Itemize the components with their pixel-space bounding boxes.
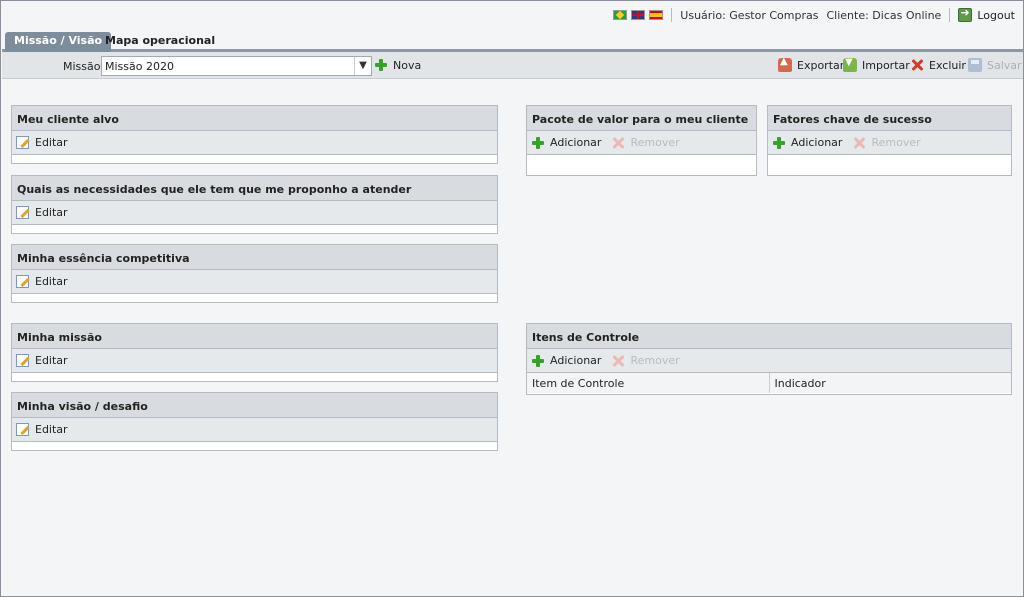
mission-label: Missão: — [63, 60, 105, 73]
new-label: Nova — [393, 58, 422, 72]
divider — [949, 8, 951, 22]
edit-button[interactable]: Editar — [16, 275, 68, 288]
delete-button[interactable]: Excluir — [910, 58, 966, 72]
add-button[interactable]: Adicionar — [772, 136, 842, 150]
panel-value-package: Pacote de valor para o meu cliente Adici… — [526, 105, 757, 176]
add-button[interactable]: Adicionar — [531, 136, 601, 150]
panel-toolbar: Editar — [12, 270, 497, 294]
uk-flag-icon[interactable] — [631, 10, 646, 20]
export-label: Exportar — [797, 58, 845, 72]
mission-select[interactable]: Missão 2020 ▼ — [101, 56, 372, 76]
remove-button[interactable]: Remover — [611, 136, 679, 150]
edit-icon — [16, 136, 29, 149]
import-button[interactable]: Importar — [843, 57, 910, 72]
panel-toolbar: Editar — [12, 418, 497, 442]
save-icon — [968, 58, 982, 72]
panel-essence: Minha essência competitiva Editar — [11, 244, 498, 303]
plus-icon — [374, 58, 388, 72]
plus-icon — [531, 136, 545, 150]
plus-icon — [772, 136, 786, 150]
edit-button[interactable]: Editar — [16, 136, 68, 149]
panel-title: Minha missão — [12, 324, 497, 349]
panel-toolbar: Editar — [12, 131, 497, 155]
edit-icon — [16, 206, 29, 219]
panel-toolbar: Adicionar Remover — [527, 349, 1011, 373]
spain-flag-icon[interactable] — [649, 10, 664, 20]
panel-mission: Minha missão Editar — [11, 323, 498, 382]
tab-mapa-operacional[interactable]: Mapa operacional — [96, 32, 224, 52]
remove-label: Remover — [630, 136, 680, 149]
mission-select-value: Missão 2020 — [105, 60, 174, 73]
panel-title: Minha essência competitiva — [12, 245, 497, 270]
delete-icon — [910, 58, 924, 72]
remove-icon — [852, 136, 866, 150]
remove-icon — [611, 354, 625, 368]
panel-control-items: Itens de Controle Adicionar Remover Item… — [526, 323, 1012, 395]
edit-button[interactable]: Editar — [16, 423, 68, 436]
edit-icon — [16, 275, 29, 288]
remove-label: Remover — [871, 136, 921, 149]
export-icon — [778, 56, 792, 72]
new-mission-button[interactable]: Nova — [374, 58, 421, 72]
remove-button[interactable]: Remover — [852, 136, 920, 150]
edit-label: Editar — [35, 423, 68, 436]
panel-title: Quais as necessidades que ele tem que me… — [12, 176, 497, 201]
save-label: Salvar — [987, 58, 1022, 72]
edit-icon — [16, 423, 29, 436]
panel-success-factors: Fatores chave de sucesso Adicionar Remov… — [767, 105, 1012, 176]
import-icon — [843, 57, 857, 72]
client-label: Cliente: Dicas Online — [826, 8, 942, 22]
panel-toolbar: Adicionar Remover — [768, 131, 1011, 155]
export-button[interactable]: Exportar — [778, 56, 845, 72]
brazil-flag-icon[interactable] — [613, 10, 628, 20]
panel-title: Itens de Controle — [527, 324, 1011, 349]
add-button[interactable]: Adicionar — [531, 354, 601, 368]
edit-icon — [16, 354, 29, 367]
logout-icon — [958, 6, 973, 22]
edit-label: Editar — [35, 206, 68, 219]
remove-button[interactable]: Remover — [611, 354, 679, 368]
panel-title: Pacote de valor para o meu cliente — [527, 106, 756, 131]
panel-title: Minha visão / desafio — [12, 393, 497, 418]
column-header-indicator[interactable]: Indicador — [770, 373, 1012, 393]
import-label: Importar — [862, 58, 910, 72]
edit-label: Editar — [35, 136, 68, 149]
chevron-down-icon[interactable]: ▼ — [354, 57, 371, 75]
grid-header: Item de Controle Indicador — [527, 373, 1011, 393]
logout-label: Logout — [977, 8, 1015, 22]
divider — [671, 8, 673, 22]
add-label: Adicionar — [791, 136, 843, 149]
panel-toolbar: Adicionar Remover — [527, 131, 756, 155]
toolbar: Missão: Missão 2020 ▼ Nova Exportar Impo… — [2, 52, 1023, 79]
panel-target-client: Meu cliente alvo Editar — [11, 105, 498, 164]
edit-button[interactable]: Editar — [16, 354, 68, 367]
user-label: Usuário: Gestor Compras — [680, 8, 819, 22]
top-bar: Usuário: Gestor Compras Cliente: Dicas O… — [2, 2, 1023, 28]
panel-title: Fatores chave de sucesso — [768, 106, 1011, 131]
panel-vision: Minha visão / desafio Editar — [11, 392, 498, 451]
plus-icon — [531, 354, 545, 368]
add-label: Adicionar — [550, 136, 602, 149]
logout-button[interactable]: Logout — [958, 6, 1015, 22]
panel-title: Meu cliente alvo — [12, 106, 497, 131]
app-window: Usuário: Gestor Compras Cliente: Dicas O… — [0, 0, 1024, 597]
edit-label: Editar — [35, 275, 68, 288]
edit-button[interactable]: Editar — [16, 206, 68, 219]
remove-label: Remover — [630, 354, 680, 367]
panel-toolbar: Editar — [12, 201, 497, 225]
add-label: Adicionar — [550, 354, 602, 367]
delete-label: Excluir — [929, 58, 966, 72]
remove-icon — [611, 136, 625, 150]
panel-needs: Quais as necessidades que ele tem que me… — [11, 175, 498, 234]
save-button[interactable]: Salvar — [968, 58, 1022, 72]
tab-bar: Missão / Visão Mapa operacional — [2, 28, 1023, 52]
panel-toolbar: Editar — [12, 349, 497, 373]
column-header-item[interactable]: Item de Controle — [527, 373, 770, 393]
edit-label: Editar — [35, 354, 68, 367]
